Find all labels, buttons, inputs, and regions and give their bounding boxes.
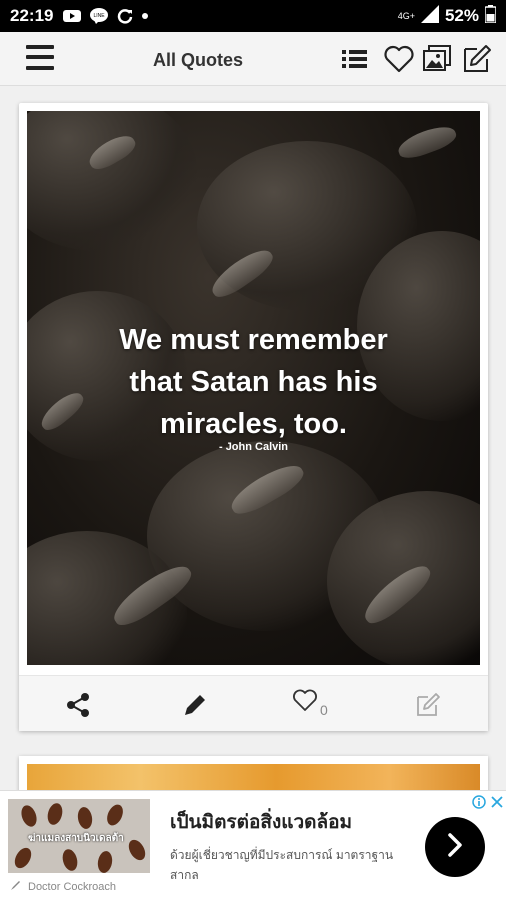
ad-brand: Doctor Cockroach	[10, 879, 116, 894]
notification-dot-icon	[142, 13, 149, 19]
like-button[interactable]: 0	[292, 687, 328, 718]
status-time: 22:19	[10, 6, 54, 25]
youtube-icon	[63, 9, 82, 23]
ad-headline: เป็นมิตรต่อสิ่งแวดล้อม	[170, 812, 353, 833]
heart-icon[interactable]	[383, 43, 415, 75]
battery-percent: 52%	[444, 6, 479, 25]
quote-line: that Satan has his	[129, 366, 378, 398]
line-chat-icon: LINE	[90, 8, 109, 24]
quote-author: - John Calvin	[218, 441, 289, 453]
chevron-right-icon	[445, 832, 465, 863]
ad-info-icon[interactable]	[472, 795, 486, 809]
share-icon[interactable]	[65, 690, 91, 718]
cockroach-image	[125, 836, 149, 864]
app-toolbar: All Quotes	[0, 32, 506, 86]
status-bar: 22:19 LINE 4G+ 52%	[0, 0, 506, 32]
pencil-icon[interactable]	[182, 690, 208, 718]
battery-icon	[484, 4, 497, 28]
cockroach-image	[60, 847, 80, 873]
brush-icon	[10, 879, 22, 894]
page-title: All Quotes	[153, 50, 244, 70]
cockroach-image	[104, 802, 126, 828]
ad-image[interactable]: ฆ่าแมลงสาบนิวเดลต้า	[8, 799, 150, 873]
cockroach-image	[18, 803, 40, 829]
edit-quote-icon[interactable]	[415, 690, 441, 718]
quote-card: We must remember that Satan has his mira…	[19, 103, 488, 731]
quote-image[interactable]: We must remember that Satan has his mira…	[27, 111, 480, 665]
card-actions: 0	[19, 675, 488, 731]
ad-next-button[interactable]	[425, 817, 485, 877]
gallery-icon[interactable]	[421, 43, 453, 75]
quote-line: We must remember	[119, 324, 388, 356]
ad-description: ด้วยผู้เชี่ยวชาญที่มีประสบการณ์ มาตราฐาน…	[170, 848, 394, 882]
texture-ridge	[395, 121, 459, 163]
heart-outline-icon	[292, 687, 318, 718]
signal-icon	[420, 4, 439, 28]
cockroach-image	[11, 844, 35, 872]
cockroach-image	[96, 849, 114, 873]
ad-close-icon[interactable]	[490, 795, 504, 809]
edit-icon[interactable]	[460, 43, 492, 75]
ad-brand-name: Doctor Cockroach	[28, 880, 117, 893]
like-count: 0	[320, 702, 328, 718]
cockroach-image	[45, 801, 65, 827]
status-right: 4G+ 52%	[397, 4, 497, 28]
svg-text:LINE: LINE	[94, 13, 106, 19]
ad-image-text: ฆ่าแมลงสาบนิวเดลต้า	[28, 833, 124, 844]
texture-shape	[27, 111, 197, 251]
quote-text: We must remember that Satan has his mira…	[27, 319, 480, 445]
network-type: 4G+	[397, 10, 415, 21]
sync-icon	[117, 8, 133, 24]
menu-icon[interactable]	[26, 44, 54, 72]
quote-line: miracles, too.	[160, 408, 347, 440]
ad-banner[interactable]: ฆ่าแมลงสาบนิวเดลต้า Doctor Cockroach เป็…	[0, 790, 506, 900]
cockroach-image	[76, 805, 94, 831]
list-icon[interactable]	[339, 43, 371, 75]
